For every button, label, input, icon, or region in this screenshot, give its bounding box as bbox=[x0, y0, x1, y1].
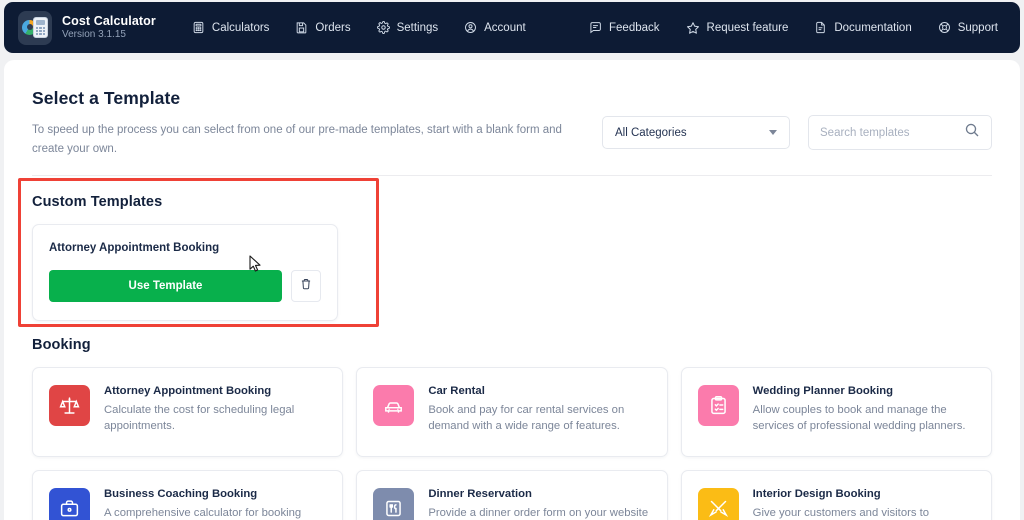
app-header: Cost Calculator Version 3.1.15 Calculato… bbox=[4, 2, 1020, 53]
delete-template-button[interactable] bbox=[291, 270, 321, 302]
save-disk-icon bbox=[295, 21, 308, 34]
template-description: Calculate the cost for scheduling legal … bbox=[104, 402, 326, 435]
paint-tools-icon bbox=[698, 488, 739, 520]
custom-template-name: Attorney Appointment Booking bbox=[49, 242, 321, 254]
custom-templates-section: Custom Templates Attorney Appointment Bo… bbox=[32, 176, 992, 321]
calculator-logo-icon bbox=[18, 11, 52, 45]
template-name: Attorney Appointment Booking bbox=[104, 385, 326, 397]
template-description: Book and pay for car rental services on … bbox=[428, 402, 650, 435]
booking-section-title: Booking bbox=[32, 337, 992, 353]
template-description: Give your customers and visitors to orga… bbox=[753, 505, 975, 520]
nav-item-request-feature[interactable]: Request feature bbox=[686, 21, 789, 35]
chat-bubble-icon bbox=[589, 21, 602, 34]
gear-icon bbox=[377, 21, 390, 34]
briefcase-icon bbox=[49, 488, 90, 520]
custom-templates-title: Custom Templates bbox=[32, 194, 992, 210]
nav-item-label: Documentation bbox=[834, 22, 911, 34]
nav-item-calculators[interactable]: Calculators bbox=[192, 21, 270, 34]
template-name: Business Coaching Booking bbox=[104, 488, 301, 500]
category-select[interactable]: All Categories bbox=[602, 116, 790, 149]
nav-item-documentation[interactable]: Documentation bbox=[814, 21, 911, 34]
page-description: To speed up the process you can select f… bbox=[32, 121, 592, 159]
nav-item-settings[interactable]: Settings bbox=[377, 21, 439, 34]
nav-item-support[interactable]: Support bbox=[938, 21, 998, 34]
template-card-car-rental[interactable]: Car Rental Book and pay for car rental s… bbox=[356, 367, 667, 457]
booking-section: Booking Attorney Appointment Booking Cal… bbox=[32, 321, 992, 520]
template-card-wedding-planner-booking[interactable]: Wedding Planner Booking Allow couples to… bbox=[681, 367, 992, 457]
template-name: Car Rental bbox=[428, 385, 650, 397]
search-icon[interactable] bbox=[964, 122, 980, 143]
nav-item-label: Feedback bbox=[609, 22, 660, 34]
primary-nav: Calculators Orders Settings bbox=[192, 21, 526, 34]
trash-icon bbox=[300, 277, 312, 295]
template-card-business-coaching-booking[interactable]: Business Coaching Booking A comprehensiv… bbox=[32, 470, 343, 520]
chevron-down-icon bbox=[769, 130, 777, 135]
brand-title: Cost Calculator bbox=[62, 15, 156, 28]
clipboard-checklist-icon bbox=[698, 385, 739, 426]
template-card-attorney-appointment-booking[interactable]: Attorney Appointment Booking Calculate t… bbox=[32, 367, 343, 457]
template-name: Wedding Planner Booking bbox=[753, 385, 975, 397]
brand: Cost Calculator Version 3.1.15 bbox=[18, 11, 156, 45]
nav-item-label: Settings bbox=[397, 22, 439, 34]
category-select-value: All Categories bbox=[615, 127, 687, 139]
nav-item-label: Account bbox=[484, 22, 526, 34]
panel-header: Select a Template To speed up the proces… bbox=[4, 60, 1020, 176]
scales-of-justice-icon bbox=[49, 385, 90, 426]
brand-version: Version 3.1.15 bbox=[62, 30, 156, 41]
secondary-nav: Feedback Request feature Documentation bbox=[589, 21, 998, 35]
star-icon bbox=[686, 21, 700, 35]
use-template-button[interactable]: Use Template bbox=[49, 270, 282, 302]
nav-item-feedback[interactable]: Feedback bbox=[589, 21, 660, 34]
nav-item-label: Orders bbox=[315, 22, 350, 34]
document-icon bbox=[814, 21, 827, 34]
template-description: Provide a dinner order form on your webs… bbox=[428, 505, 648, 520]
template-description: Allow couples to book and manage the ser… bbox=[753, 402, 975, 435]
user-circle-icon bbox=[464, 21, 477, 34]
car-icon bbox=[373, 385, 414, 426]
template-name: Interior Design Booking bbox=[753, 488, 975, 500]
template-name: Dinner Reservation bbox=[428, 488, 648, 500]
template-panel: Select a Template To speed up the proces… bbox=[4, 60, 1020, 520]
booking-template-grid: Attorney Appointment Booking Calculate t… bbox=[32, 367, 992, 520]
panel-body: Custom Templates Attorney Appointment Bo… bbox=[4, 176, 1020, 520]
search-input[interactable] bbox=[820, 127, 964, 139]
filter-controls: All Categories bbox=[602, 115, 992, 150]
nav-item-orders[interactable]: Orders bbox=[295, 21, 350, 34]
template-card-interior-design-booking[interactable]: Interior Design Booking Give your custom… bbox=[681, 470, 992, 520]
lifebuoy-icon bbox=[938, 21, 951, 34]
custom-template-card: Attorney Appointment Booking Use Templat… bbox=[32, 224, 338, 321]
search-templates-box[interactable] bbox=[808, 115, 992, 150]
template-description: A comprehensive calculator for booking bbox=[104, 505, 301, 520]
page-title: Select a Template bbox=[32, 88, 992, 109]
calculator-icon bbox=[192, 21, 205, 34]
nav-item-account[interactable]: Account bbox=[464, 21, 526, 34]
nav-item-label: Calculators bbox=[212, 22, 270, 34]
nav-item-label: Request feature bbox=[707, 22, 789, 34]
cutlery-icon bbox=[373, 488, 414, 520]
template-card-dinner-reservation[interactable]: Dinner Reservation Provide a dinner orde… bbox=[356, 470, 667, 520]
nav-item-label: Support bbox=[958, 22, 998, 34]
